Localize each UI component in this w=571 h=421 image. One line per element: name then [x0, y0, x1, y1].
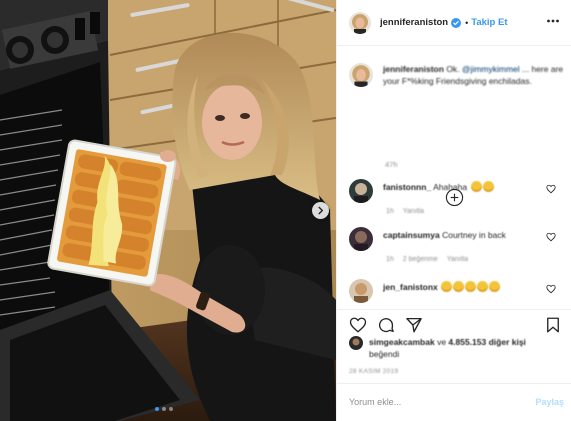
comment-meta: 1h 2 beğenme Yanıtla — [386, 256, 564, 263]
comments-section: jenniferaniston Ok. @jimmykimmel ... her… — [337, 47, 571, 309]
verified-badge-icon — [451, 17, 462, 28]
post-comment-button[interactable]: Paylaş — [535, 397, 564, 407]
comment-avatar[interactable] — [349, 279, 373, 303]
laughing-emoji-icon — [465, 281, 477, 292]
post-side-panel: jenniferaniston • Takip Et jenniferanist… — [336, 0, 571, 421]
liker-username[interactable]: simgeakcambak — [369, 337, 435, 347]
caption-text-before: Ok. — [446, 64, 460, 74]
comment-time: 1h — [386, 256, 394, 263]
comment-text: captainsumya Courtney in back — [383, 229, 506, 241]
comment-avatar[interactable] — [349, 179, 373, 203]
comment-input[interactable] — [349, 397, 519, 407]
laughing-emoji-icon — [453, 281, 465, 292]
comment-meta: 1h Yanıtla — [386, 208, 564, 215]
likes-suffix: beğendi — [369, 349, 400, 359]
next-photo-icon — [318, 206, 324, 215]
comment-item: fanistonnn_ Ahahaha 1h Yanıtla — [349, 179, 564, 215]
comment-text: jen_fanistonx — [383, 281, 501, 293]
comment-like-heart-icon[interactable] — [546, 184, 556, 194]
comment-like-heart-icon[interactable] — [546, 232, 556, 242]
comment-icon[interactable] — [377, 316, 395, 334]
likes-summary: simgeakcambak ve 4.855.153 diğer kişi be… — [349, 336, 564, 360]
author-username[interactable]: jenniferaniston — [380, 17, 448, 28]
comment-avatar-image — [349, 279, 373, 303]
author-avatar[interactable] — [349, 11, 371, 34]
comment-username[interactable]: captainsumya — [383, 230, 440, 240]
laughing-emoji-icon — [470, 181, 482, 192]
comment-reply-button[interactable]: Yanıtla — [403, 208, 424, 215]
comment-item: jen_fanistonx — [349, 279, 564, 303]
clapping-hands-emoji-icon — [477, 281, 489, 292]
heart-icon[interactable] — [349, 316, 367, 334]
caption-username[interactable]: jenniferaniston — [383, 64, 444, 74]
post-actions-bar — [337, 309, 571, 339]
comment-text: fanistonnn_ Ahahaha — [383, 181, 494, 193]
comment-like-heart-icon[interactable] — [546, 284, 556, 294]
comment-avatar-image — [349, 179, 373, 203]
comment-reply-button[interactable]: Yanıtla — [447, 256, 468, 263]
caption-text: jenniferaniston Ok. @jimmykimmel ... her… — [383, 63, 564, 87]
post-photo[interactable] — [0, 0, 336, 421]
caption-avatar[interactable] — [349, 63, 373, 87]
post-caption: jenniferaniston Ok. @jimmykimmel ... her… — [349, 63, 564, 87]
comment-body: Ahahaha — [433, 182, 468, 192]
caption-time: 47h — [385, 160, 398, 169]
carousel-dot — [169, 407, 173, 411]
caption-mention[interactable]: @jimmykimmel — [462, 64, 520, 74]
liker-avatar[interactable] — [349, 336, 363, 350]
next-photo-button[interactable] — [312, 202, 329, 219]
more-options-icon[interactable] — [546, 14, 560, 28]
comment-username[interactable]: fanistonnn_ — [383, 182, 431, 192]
likes-count[interactable]: 4.855.153 diğer kişi — [448, 337, 526, 347]
clapping-hands-emoji-icon — [489, 281, 501, 292]
comment-username[interactable]: jen_fanistonx — [383, 282, 438, 292]
header-separator: • — [465, 17, 469, 28]
carousel-dots — [155, 407, 173, 411]
post-photo-illustration — [0, 0, 336, 421]
add-comment-bar: Paylaş — [337, 383, 571, 421]
laughing-emoji-icon — [441, 281, 453, 292]
post-date[interactable]: 28 KASIM 2019 — [349, 368, 398, 375]
comment-avatar-image — [349, 227, 373, 251]
comment-body: Courtney in back — [442, 230, 506, 240]
comment-likes[interactable]: 2 beğenme — [403, 256, 438, 263]
comment-time: 1h — [386, 208, 394, 215]
caption-avatar-image — [349, 63, 373, 87]
comment-avatar[interactable] — [349, 227, 373, 251]
laughing-emoji-icon — [482, 181, 494, 192]
carousel-dot — [162, 407, 166, 411]
share-icon[interactable] — [405, 316, 423, 334]
author-avatar-image — [349, 11, 371, 34]
likes-text: simgeakcambak ve 4.855.153 diğer kişi be… — [369, 336, 526, 360]
liker-avatar-image — [349, 336, 363, 350]
post-header: jenniferaniston • Takip Et — [337, 0, 571, 46]
comment-item: captainsumya Courtney in back 1h 2 beğen… — [349, 227, 564, 263]
bookmark-icon[interactable] — [544, 316, 562, 334]
carousel-dot-active — [155, 407, 159, 411]
follow-button[interactable]: Takip Et — [471, 17, 507, 28]
likes-connector: ve — [437, 337, 447, 347]
